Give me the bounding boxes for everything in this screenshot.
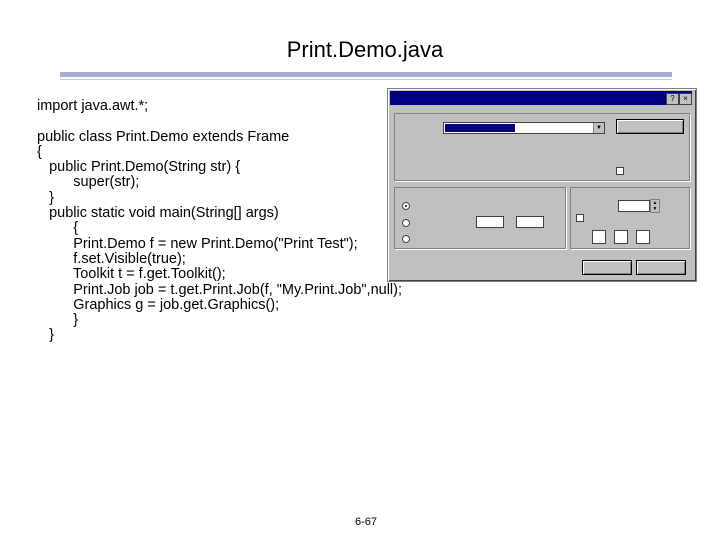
print-to-file-checkbox bbox=[616, 167, 624, 175]
collate-page-icon bbox=[614, 230, 628, 244]
slide-title: Print.Demo.java bbox=[286, 37, 444, 62]
printer-name-combo: ▼ bbox=[443, 122, 605, 134]
range-pages-radio bbox=[402, 219, 410, 227]
title-rule bbox=[60, 72, 672, 77]
code-line: public static void main(String[] args) bbox=[37, 205, 279, 222]
code-line: public class Print.Demo extends Frame bbox=[37, 128, 290, 145]
dialog-help-button: ? bbox=[666, 93, 679, 105]
code-line: Print.Demo f = new Print.Demo("Print Tes… bbox=[37, 235, 358, 252]
page-from-field bbox=[476, 216, 504, 228]
copies-field bbox=[618, 200, 650, 212]
code-line: } bbox=[37, 327, 54, 344]
page-number: 6-67 bbox=[355, 516, 378, 528]
title-rule-thin bbox=[60, 79, 672, 80]
code-line: ​ bbox=[37, 114, 402, 129]
code-line: { bbox=[37, 220, 79, 237]
collate-page-icon bbox=[592, 230, 606, 244]
collate-checkbox bbox=[576, 214, 584, 222]
printer-name-selection bbox=[445, 124, 515, 132]
print-dialog-screenshot: ? × ▼ ▲ ▼ bbox=[387, 88, 697, 282]
code-line: public Print.Demo(String str) { bbox=[37, 159, 241, 176]
collate-page-icon bbox=[636, 230, 650, 244]
code-line: Print.Job job = t.get.Print.Job(f, "My.P… bbox=[37, 281, 403, 298]
page-to-field bbox=[516, 216, 544, 228]
code-line: f.set.Visible(true); bbox=[37, 250, 186, 267]
code-line: Graphics g = job.get.Graphics(); bbox=[37, 296, 280, 313]
chevron-down-icon: ▼ bbox=[593, 123, 604, 133]
dialog-titlebar: ? × bbox=[390, 91, 692, 105]
copies-spinner: ▲ ▼ bbox=[650, 199, 660, 213]
range-all-radio bbox=[402, 202, 410, 210]
code-line: super(str); bbox=[37, 174, 140, 191]
code-block: import java.awt.*;​public class Print.De… bbox=[37, 98, 403, 344]
code-line: Toolkit t = f.get.Toolkit(); bbox=[37, 266, 226, 283]
dialog-close-button: × bbox=[679, 93, 692, 105]
printer-properties-button bbox=[616, 119, 684, 134]
range-selection-radio bbox=[402, 235, 410, 243]
ok-button bbox=[582, 260, 632, 275]
copies-group bbox=[570, 187, 690, 249]
code-line: } bbox=[37, 312, 79, 329]
code-line: { bbox=[37, 143, 42, 160]
code-line: import java.awt.*; bbox=[37, 98, 149, 114]
cancel-button bbox=[636, 260, 686, 275]
code-line: } bbox=[37, 189, 54, 206]
